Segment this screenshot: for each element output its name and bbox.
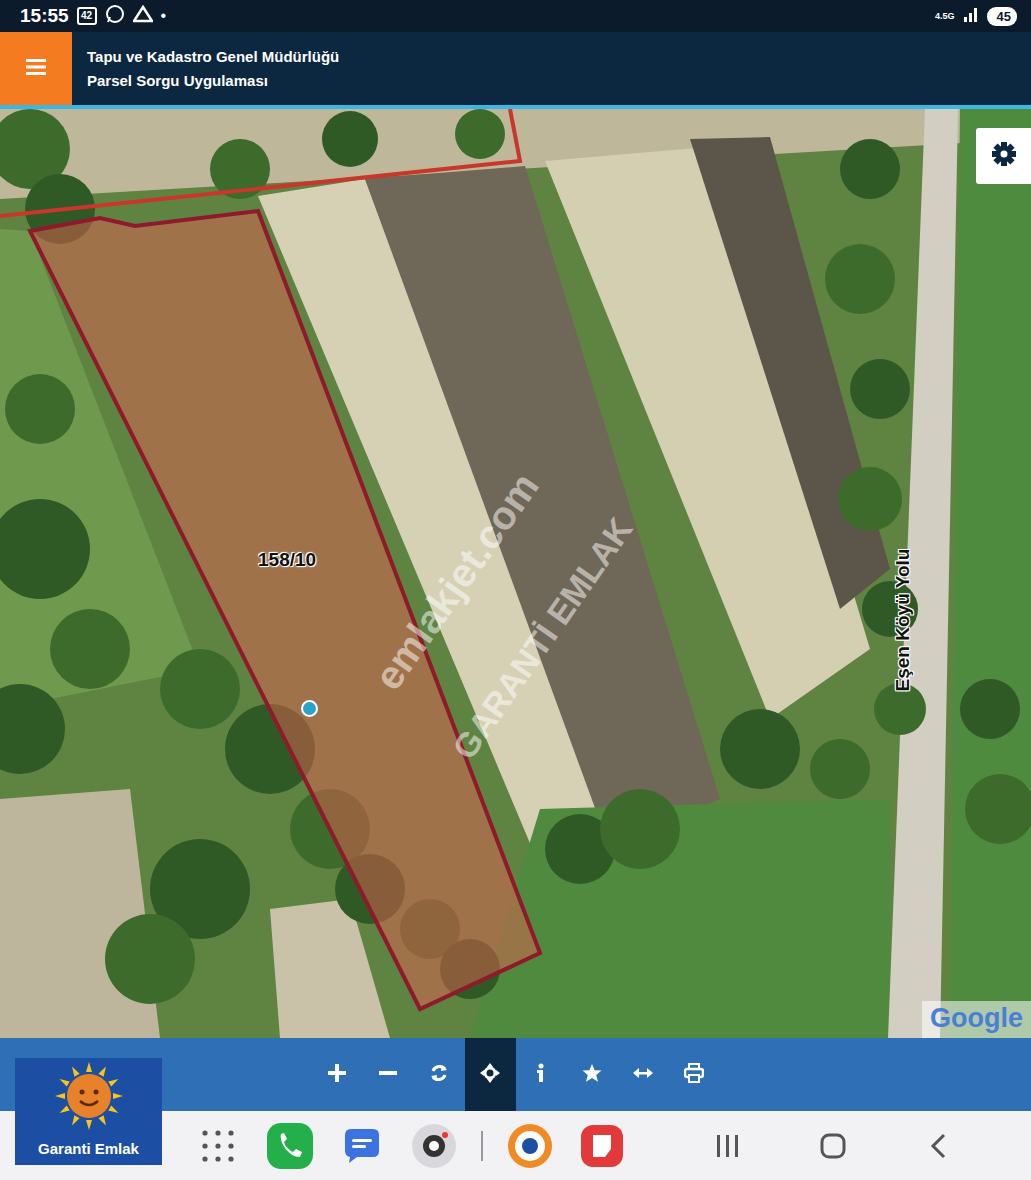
map-view[interactable]: emlakjet.comGARANTİ EMLAK158/10Eşen Köyü… [0,109,1031,1038]
locate-icon[interactable] [480,1063,500,1087]
location-marker[interactable] [301,700,318,717]
status-left: 15:55 42 • [20,4,166,28]
print-icon[interactable] [684,1063,704,1087]
settings-button[interactable] [976,128,1031,184]
header-subtitle: Parsel Sorgu Uygulaması [87,72,339,89]
menu-button[interactable] [0,32,72,105]
signal-icon [963,6,979,26]
sun-icon [53,1060,125,1136]
satellite-imagery[interactable] [0,109,1031,1038]
tkgm-icon[interactable] [505,1121,555,1171]
recents-icon[interactable] [685,1121,769,1171]
toolbar-button[interactable] [516,1038,567,1111]
toolbar-button[interactable] [363,1038,414,1111]
network-type: 4.5G [935,12,955,21]
back-icon[interactable] [897,1121,981,1171]
star-icon[interactable] [582,1063,602,1087]
messages-icon[interactable] [337,1121,387,1171]
parcel-label[interactable]: 158/10 [258,549,316,571]
measure-icon[interactable] [633,1063,653,1087]
app-header: Tapu ve Kadastro Genel Müdürlüğü Parsel S… [0,32,1031,109]
dock-divider [481,1131,483,1161]
battery: 45 [987,7,1017,26]
minus-icon[interactable] [378,1063,398,1087]
header-titles: Tapu ve Kadastro Genel Müdürlüğü Parsel S… [72,32,339,105]
whatsapp-icon [105,4,125,28]
road-label: Eşen Köyü Yolu [892,549,914,692]
toolbar-button[interactable] [567,1038,618,1111]
plus-icon[interactable] [327,1063,347,1087]
phone-icon[interactable] [265,1121,315,1171]
clock: 15:55 [20,5,69,27]
grid-icon[interactable] [193,1121,243,1171]
home-icon[interactable] [791,1121,875,1171]
toolbar-button[interactable] [312,1038,363,1111]
menu-icon[interactable] [26,59,46,79]
toolbar-button[interactable] [465,1038,516,1111]
info-icon[interactable] [531,1063,551,1087]
refresh-icon[interactable] [429,1063,449,1087]
notes-icon[interactable] [577,1121,627,1171]
notification-badge: 42 [77,7,97,25]
status-right: 4.5G 45 [935,6,1017,26]
header-title: Tapu ve Kadastro Genel Müdürlüğü [87,48,339,65]
toolbar-button[interactable] [669,1038,720,1111]
logo-text: Garanti Emlak [38,1140,139,1157]
notification-dot: • [161,7,167,25]
toolbar-button[interactable] [618,1038,669,1111]
status-bar: 15:55 42 • 4.5G 45 [0,0,1031,32]
drive-icon [133,5,153,27]
camera-icon[interactable] [409,1121,459,1171]
google-attribution: Google [922,1001,1031,1038]
toolbar-button[interactable] [414,1038,465,1111]
garanti-emlak-logo: Garanti Emlak [15,1058,162,1165]
gear-icon[interactable] [991,141,1017,171]
